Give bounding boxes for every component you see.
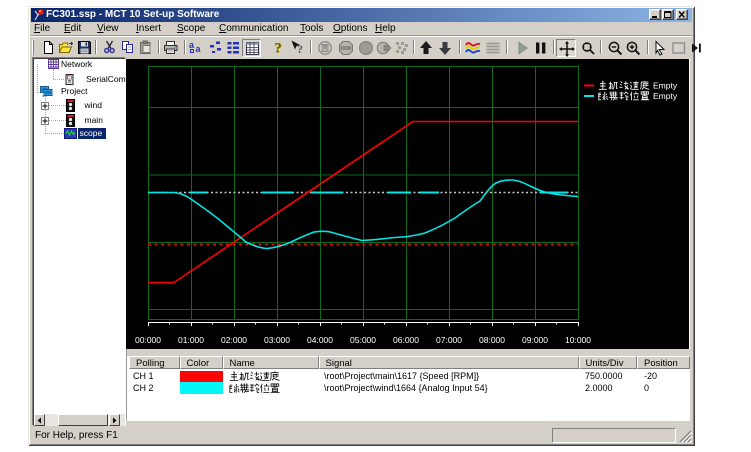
svg-text:?: ?: [274, 40, 282, 55]
svg-text:07:000: 07:000: [436, 335, 462, 345]
svg-text:02:000: 02:000: [221, 335, 247, 345]
svg-text:09:000: 09:000: [522, 335, 548, 345]
svg-text:10:000: 10:000: [565, 335, 591, 345]
svg-text:05:000: 05:000: [350, 335, 376, 345]
svg-text:01:000: 01:000: [178, 335, 204, 345]
svg-text:a: a: [189, 40, 195, 50]
svg-text:Empty: Empty: [653, 81, 678, 91]
svg-text:00:000: 00:000: [135, 335, 161, 345]
svg-text:03:000: 03:000: [264, 335, 290, 345]
svg-text:04:000: 04:000: [307, 335, 333, 345]
svg-text:08:000: 08:000: [479, 335, 505, 345]
svg-text:06:000: 06:000: [393, 335, 419, 345]
svg-text:a: a: [196, 44, 202, 54]
svg-text:?: ?: [297, 42, 303, 55]
svg-text:Empty: Empty: [653, 91, 678, 101]
